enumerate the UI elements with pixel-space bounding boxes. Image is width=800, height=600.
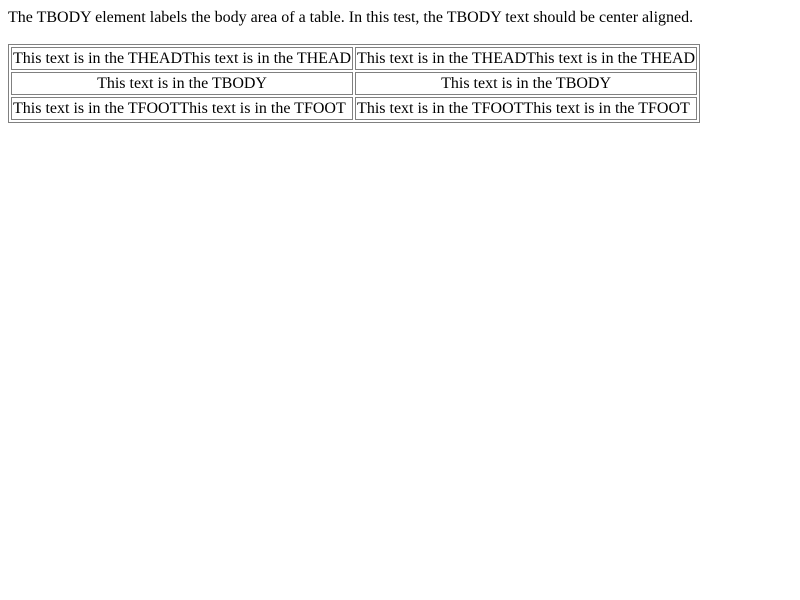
- table-foot: This text is in the TFOOTThis text is in…: [11, 97, 698, 120]
- table-body: This text is in the TBODY This text is i…: [11, 72, 698, 95]
- tfoot-cell-1: This text is in the TFOOTThis text is in…: [11, 97, 354, 120]
- test-table: This text is in the THEADThis text is in…: [8, 44, 701, 123]
- intro-paragraph: The TBODY element labels the body area o…: [8, 9, 694, 26]
- table-head: This text is in the THEADThis text is in…: [11, 47, 698, 70]
- thead-cell-1: This text is in the THEADThis text is in…: [11, 47, 354, 70]
- tbody-cell-2: This text is in the TBODY: [355, 72, 698, 95]
- tfoot-cell-2: This text is in the TFOOTThis text is in…: [355, 97, 698, 120]
- tbody-cell-1: This text is in the TBODY: [11, 72, 354, 95]
- thead-cell-2: This text is in the THEADThis text is in…: [355, 47, 698, 70]
- tfoot-row: This text is in the TFOOTThis text is in…: [11, 97, 698, 120]
- tbody-row: This text is in the TBODY This text is i…: [11, 72, 698, 95]
- thead-row: This text is in the THEADThis text is in…: [11, 47, 698, 70]
